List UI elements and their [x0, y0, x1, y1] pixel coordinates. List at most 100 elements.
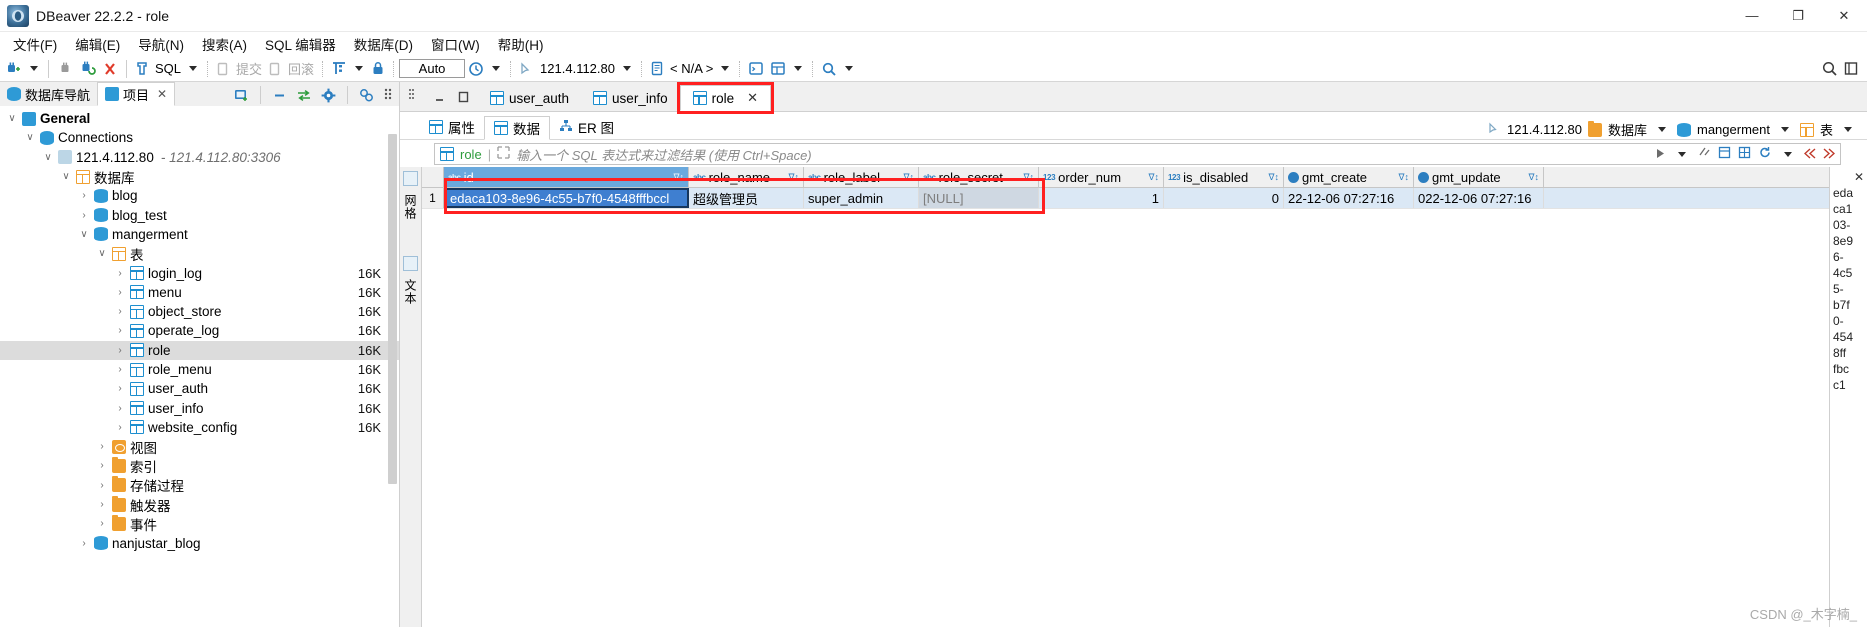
editor-tab-user-info[interactable]: user_info: [581, 85, 680, 111]
twisty-collapsed-icon[interactable]: ›: [114, 287, 126, 298]
new-connection-dropdown-icon[interactable]: [30, 66, 38, 71]
result-grid-body[interactable]: 1 edaca103-8e96-4c55-b7f0-4548fffbccl 超级管理…: [422, 188, 1829, 209]
database-tasks-dropdown-icon[interactable]: [794, 66, 803, 71]
twisty-collapsed-icon[interactable]: ›: [96, 480, 108, 491]
twisty-collapsed-icon[interactable]: ›: [114, 403, 126, 414]
database-tasks-icon[interactable]: [767, 58, 789, 80]
column-filter-sort-icon[interactable]: ∇↕: [1148, 172, 1159, 183]
twisty-expanded-icon[interactable]: ∨: [78, 229, 90, 240]
sql-label[interactable]: SQL: [152, 58, 184, 80]
breadcrumb-catalog-group[interactable]: 数据库: [1608, 120, 1647, 139]
sql-editor-icon[interactable]: [132, 58, 152, 80]
maximize-part-icon[interactable]: [457, 91, 470, 106]
subtab-er-diagram[interactable]: ER 图: [550, 115, 623, 139]
connection-dropdown-icon[interactable]: [623, 66, 631, 71]
cell-role-label[interactable]: super_admin: [804, 188, 919, 208]
twisty-expanded-icon[interactable]: ∨: [96, 248, 108, 259]
cell-gmt-create[interactable]: 22-12-06 07:27:16: [1284, 188, 1414, 208]
minimize-part-icon[interactable]: [434, 91, 447, 106]
open-sql-console-icon[interactable]: [745, 58, 767, 80]
tree-item-object_store[interactable]: › object_store 16K: [0, 302, 399, 321]
column-filter-sort-icon[interactable]: ∇↕: [673, 172, 684, 183]
transaction-log-dropdown-icon[interactable]: [492, 66, 501, 71]
tree-item-blog[interactable]: › blog: [0, 186, 399, 205]
tree-item-[interactable]: › 索引: [0, 456, 399, 475]
disconnect-icon[interactable]: [54, 58, 76, 80]
column-header-is-disabled[interactable]: 123 is_disabled ∇↕: [1164, 167, 1284, 187]
navigator-settings-gear-icon[interactable]: [318, 84, 339, 106]
breadcrumb-catalog-dropdown-icon[interactable]: [1658, 127, 1666, 132]
text-presentation-label[interactable]: 文本: [402, 279, 419, 305]
menu-navigate[interactable]: 导航(N): [129, 32, 193, 56]
value-panel-close-icon[interactable]: ✕: [1854, 169, 1864, 185]
twisty-collapsed-icon[interactable]: ›: [96, 460, 108, 471]
row-header-cell[interactable]: 1: [422, 188, 444, 208]
tab-projects-close-icon[interactable]: ✕: [157, 87, 167, 101]
column-filter-sort-icon[interactable]: ∇↕: [1398, 172, 1409, 183]
column-header-gmt-create[interactable]: gmt_create ∇↕: [1284, 167, 1414, 187]
tree-item-login_log[interactable]: › login_log 16K: [0, 263, 399, 282]
twisty-collapsed-icon[interactable]: ›: [78, 538, 90, 549]
tree-item-role[interactable]: › role 16K: [0, 340, 399, 360]
perspective-icon[interactable]: [1841, 58, 1861, 80]
subtab-properties[interactable]: 属性: [420, 115, 484, 139]
twisty-collapsed-icon[interactable]: ›: [78, 210, 90, 221]
tree-item-user_info[interactable]: › user_info 16K: [0, 398, 399, 417]
twisty-collapsed-icon[interactable]: ›: [114, 325, 126, 336]
tree-vertical-scrollbar[interactable]: [388, 134, 397, 484]
tree-item-121411280[interactable]: ∨ 121.4.112.80 - 121.4.112.80:3306: [0, 148, 399, 167]
twisty-collapsed-icon[interactable]: ›: [114, 306, 126, 317]
sql-dropdown-icon[interactable]: [189, 66, 198, 71]
cell-role-secret[interactable]: [NULL]: [919, 188, 1039, 208]
tree-item-user_auth[interactable]: › user_auth 16K: [0, 379, 399, 398]
transaction-mode-icon[interactable]: [328, 58, 350, 80]
link-with-editor-icon[interactable]: [293, 84, 315, 106]
twisty-collapsed-icon[interactable]: ›: [114, 345, 126, 356]
twisty-expanded-icon[interactable]: ∨: [42, 152, 54, 163]
maximize-button[interactable]: ❐: [1775, 0, 1821, 32]
navigator-overflow-icon[interactable]: [381, 84, 395, 106]
column-filter-sort-icon[interactable]: ∇↕: [903, 172, 914, 183]
column-filter-sort-icon[interactable]: ∇↕: [788, 172, 799, 183]
cell-is-disabled[interactable]: 0: [1164, 188, 1284, 208]
twisty-collapsed-icon[interactable]: ›: [96, 499, 108, 510]
table-row[interactable]: 1 edaca103-8e96-4c55-b7f0-4548fffbccl 超级管理…: [422, 188, 1829, 209]
twisty-collapsed-icon[interactable]: ›: [114, 268, 126, 279]
twisty-collapsed-icon[interactable]: ›: [114, 364, 126, 375]
cell-role-name[interactable]: 超级管理员: [689, 188, 804, 208]
tree-item-blog_test[interactable]: › blog_test: [0, 205, 399, 224]
schema-dropdown-icon[interactable]: [721, 66, 730, 71]
tree-item-role_menu[interactable]: › role_menu 16K: [0, 360, 399, 379]
column-header-id[interactable]: abc id ∇↕: [444, 167, 689, 187]
refresh-dropdown-icon[interactable]: [1784, 151, 1792, 157]
column-header-role-name[interactable]: abc role_name ∇↕: [689, 167, 804, 187]
tree-item-nanjustar_blog[interactable]: › nanjustar_blog: [0, 534, 399, 553]
close-button[interactable]: ✕: [1821, 0, 1867, 32]
view-menu-icon[interactable]: [356, 84, 378, 106]
filter-bar[interactable]: role | 输入一个 SQL 表达式来过滤结果 (使用 Ctrl+Space): [434, 143, 1841, 165]
lock-icon[interactable]: [368, 58, 388, 80]
column-header-gmt-update[interactable]: gmt_update ∇↕: [1414, 167, 1544, 187]
breadcrumb-schema[interactable]: mangerment: [1697, 122, 1770, 137]
result-grid[interactable]: abc id ∇↕ abc role_name ∇↕ abc role_label ∇↕ abc r…: [422, 167, 1829, 627]
menu-search[interactable]: 搜索(A): [193, 32, 256, 56]
invalidate-connection-icon[interactable]: [99, 58, 121, 80]
transaction-log-icon[interactable]: [465, 58, 487, 80]
cell-gmt-update[interactable]: 022-12-06 07:27:16: [1414, 188, 1544, 208]
twisty-expanded-icon[interactable]: ∨: [60, 171, 72, 182]
save-filter-icon[interactable]: [1698, 146, 1711, 162]
breadcrumb-schema-dropdown-icon[interactable]: [1780, 127, 1789, 132]
grid-corner-cell[interactable]: [422, 167, 444, 187]
collapse-all-icon[interactable]: [269, 84, 290, 106]
transaction-auto-combo[interactable]: Auto: [399, 59, 466, 78]
menu-database[interactable]: 数据库(D): [345, 32, 422, 56]
editor-tab-role[interactable]: role ✕: [676, 82, 775, 114]
column-header-role-secret[interactable]: abc role_secret ∇↕: [919, 167, 1039, 187]
next-page-icon[interactable]: [1823, 147, 1836, 162]
twisty-collapsed-icon[interactable]: ›: [78, 190, 90, 201]
custom-filter-icon[interactable]: [1718, 146, 1731, 162]
twisty-expanded-icon[interactable]: ∨: [6, 113, 18, 124]
previous-page-icon[interactable]: [1803, 147, 1816, 162]
tree-item-operate_log[interactable]: › operate_log 16K: [0, 321, 399, 340]
column-header-role-label[interactable]: abc role_label ∇↕: [804, 167, 919, 187]
